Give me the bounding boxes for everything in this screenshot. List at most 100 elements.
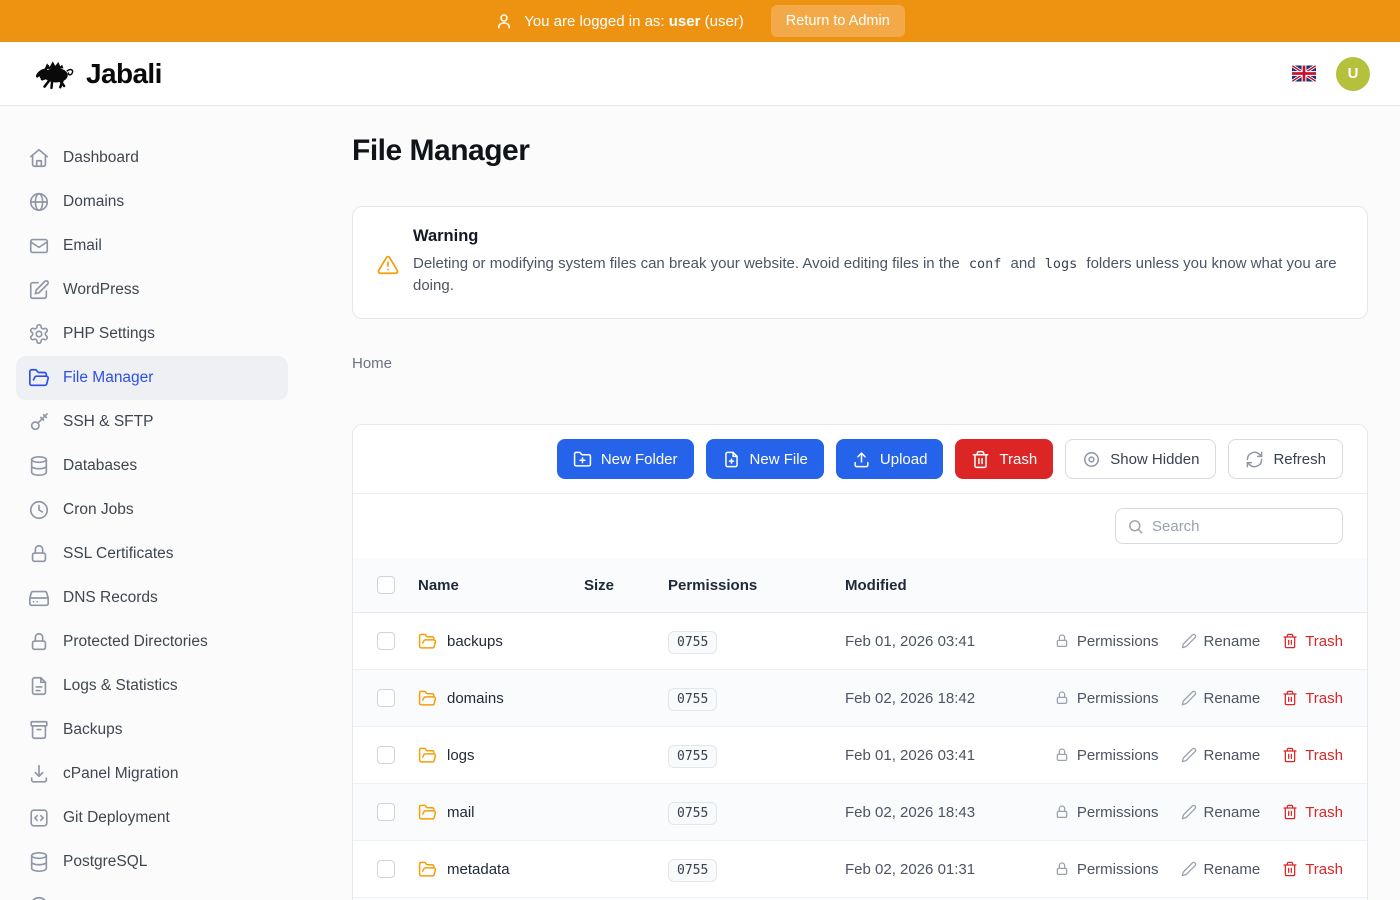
sidebar-item-postgresql[interactable]: PostgreSQL <box>16 840 288 884</box>
brand-name: Jabali <box>86 58 162 90</box>
upload-icon <box>852 450 871 469</box>
permissions-action[interactable]: Permissions <box>1054 861 1159 878</box>
sidebar-item-label: Backups <box>63 721 122 739</box>
sidebar-item-ssh-sftp[interactable]: SSH & SFTP <box>16 400 288 444</box>
refresh-button[interactable]: Refresh <box>1228 439 1343 479</box>
folder-plus-icon <box>573 450 592 469</box>
trash-icon <box>1282 804 1298 820</box>
sidebar-item-php-settings[interactable]: PHP Settings <box>16 312 288 356</box>
return-to-admin-button[interactable]: Return to Admin <box>771 5 905 37</box>
row-checkbox[interactable] <box>377 860 395 878</box>
sidebar-item-git-deployment[interactable]: Git Deployment <box>16 796 288 840</box>
database-icon <box>28 455 50 477</box>
pencil-icon <box>1181 747 1197 763</box>
folder-icon <box>418 860 437 879</box>
lock-icon <box>28 631 50 653</box>
row-actions: Permissions Rename Trash <box>1054 690 1343 707</box>
sidebar-item-label: PostgreSQL <box>63 853 147 871</box>
sidebar-item-logs-statistics[interactable]: Logs & Statistics <box>16 664 288 708</box>
upload-button[interactable]: Upload <box>836 439 944 479</box>
sidebar-item-dns-records[interactable]: DNS Records <box>16 576 288 620</box>
language-flag-icon[interactable] <box>1292 65 1316 82</box>
permissions-action[interactable]: Permissions <box>1054 747 1159 764</box>
pencil-icon <box>1181 804 1197 820</box>
clock-icon <box>28 499 50 521</box>
search-row <box>353 494 1367 558</box>
table-row: metadata 0755 Feb 02, 2026 01:31 Permiss… <box>353 841 1367 898</box>
pencil-icon <box>1181 861 1197 877</box>
user-avatar[interactable]: U <box>1336 57 1370 91</box>
permissions-action[interactable]: Permissions <box>1054 690 1159 707</box>
trash-button[interactable]: Trash <box>955 439 1053 479</box>
folder-icon <box>418 803 437 822</box>
row-actions: Permissions Rename Trash <box>1054 861 1343 878</box>
file-name-link[interactable]: backups <box>418 632 584 651</box>
sidebar-item-cpanel-migration[interactable]: cPanel Migration <box>16 752 288 796</box>
column-header-name: Name <box>418 577 584 594</box>
permissions-badge: 0755 <box>668 745 717 768</box>
permissions-badge: 0755 <box>668 859 717 882</box>
code-icon <box>28 807 50 829</box>
row-checkbox[interactable] <box>377 689 395 707</box>
rename-action[interactable]: Rename <box>1181 633 1261 650</box>
row-checkbox[interactable] <box>377 803 395 821</box>
row-actions: Permissions Rename Trash <box>1054 804 1343 821</box>
sidebar-item-label: SSH & SFTP <box>63 413 153 431</box>
sidebar-item-label: Cron Jobs <box>63 501 134 519</box>
trash-icon <box>1282 690 1298 706</box>
sidebar-item-backups[interactable]: Backups <box>16 708 288 752</box>
sidebar-item-email[interactable]: Email <box>16 224 288 268</box>
sidebar-item-file-manager[interactable]: File Manager <box>16 356 288 400</box>
pencil-icon <box>1181 690 1197 706</box>
sidebar-item-databases[interactable]: Databases <box>16 444 288 488</box>
sidebar-item-partial[interactable] <box>16 884 288 900</box>
file-toolbar: New Folder New File Upload <box>353 425 1367 494</box>
file-name-link[interactable]: domains <box>418 689 584 708</box>
rename-action[interactable]: Rename <box>1181 747 1261 764</box>
brand-logo[interactable]: Jabali <box>32 57 162 91</box>
file-name-link[interactable]: metadata <box>418 860 584 879</box>
trash-icon <box>1282 861 1298 877</box>
row-checkbox[interactable] <box>377 632 395 650</box>
trash-action[interactable]: Trash <box>1282 690 1343 707</box>
select-all-checkbox[interactable] <box>377 576 395 594</box>
sidebar-item-protected-directories[interactable]: Protected Directories <box>16 620 288 664</box>
trash-action[interactable]: Trash <box>1282 633 1343 650</box>
trash-action[interactable]: Trash <box>1282 747 1343 764</box>
show-hidden-button[interactable]: Show Hidden <box>1065 439 1216 479</box>
sidebar-item-cron-jobs[interactable]: Cron Jobs <box>16 488 288 532</box>
breadcrumb-home[interactable]: Home <box>352 355 392 372</box>
new-file-button[interactable]: New File <box>706 439 824 479</box>
search-input[interactable] <box>1152 518 1331 535</box>
file-name-link[interactable]: logs <box>418 746 584 765</box>
row-checkbox[interactable] <box>377 746 395 764</box>
sidebar-item-wordpress[interactable]: WordPress <box>16 268 288 312</box>
sidebar-item-dashboard[interactable]: Dashboard <box>16 136 288 180</box>
trash-action[interactable]: Trash <box>1282 804 1343 821</box>
folder-icon <box>418 689 437 708</box>
new-folder-button[interactable]: New Folder <box>557 439 694 479</box>
rename-action[interactable]: Rename <box>1181 804 1261 821</box>
file-name-link[interactable]: mail <box>418 803 584 822</box>
code-conf: conf <box>964 256 1007 272</box>
sidebar-item-ssl-certificates[interactable]: SSL Certificates <box>16 532 288 576</box>
lock-icon <box>1054 633 1070 649</box>
sidebar-item-domains[interactable]: Domains <box>16 180 288 224</box>
warning-alert: Warning Deleting or modifying system fil… <box>352 206 1368 319</box>
rename-action[interactable]: Rename <box>1181 861 1261 878</box>
trash-action[interactable]: Trash <box>1282 861 1343 878</box>
warning-title: Warning <box>413 227 1343 246</box>
warning-text: Deleting or modifying system files can b… <box>413 253 1343 296</box>
permissions-action[interactable]: Permissions <box>1054 804 1159 821</box>
trash-icon <box>971 450 990 469</box>
refresh-icon <box>1245 450 1264 469</box>
rename-action[interactable]: Rename <box>1181 690 1261 707</box>
table-row: logs 0755 Feb 01, 2026 03:41 Permissions… <box>353 727 1367 784</box>
mail-icon <box>28 235 50 257</box>
lock-icon <box>1054 861 1070 877</box>
archive-icon <box>28 719 50 741</box>
sidebar-item-label: Dashboard <box>63 149 139 167</box>
permissions-action[interactable]: Permissions <box>1054 633 1159 650</box>
download-icon <box>28 763 50 785</box>
row-actions: Permissions Rename Trash <box>1054 633 1343 650</box>
